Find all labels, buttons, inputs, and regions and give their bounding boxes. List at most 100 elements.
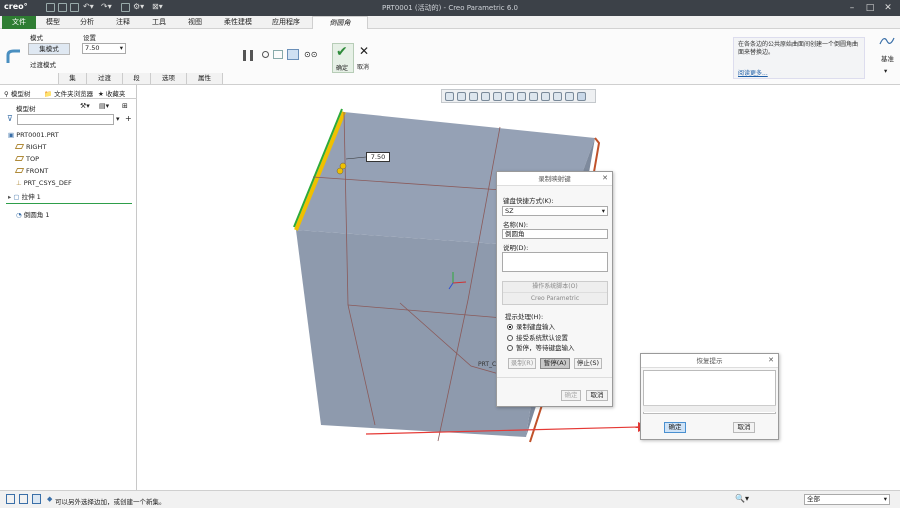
os-script-label: 操作系统脚本(O) xyxy=(503,282,607,293)
ribbon-tabs: 文件 模型 分析 注释 工具 视图 柔性建模 应用程序 倒圆角 xyxy=(0,16,900,29)
spin-center-icon[interactable] xyxy=(577,92,586,101)
tab-applications[interactable]: 应用程序 xyxy=(266,16,306,29)
resume-ok-button[interactable]: 确定 xyxy=(664,422,686,433)
status-bar: ◆ 可以另外选择边加，或创建一个新集。 🔍▾ 全部 ▾ xyxy=(0,490,900,508)
tab-model[interactable]: 模型 xyxy=(38,16,68,29)
minimize-icon[interactable]: – xyxy=(846,2,858,14)
message-icon: ◆ xyxy=(47,495,53,503)
tab-model-tree-label: 模型树 xyxy=(10,90,31,98)
tab-model-tree[interactable]: ⚲ 模型树 xyxy=(4,88,30,98)
navigator-icon[interactable] xyxy=(6,494,15,504)
subtab-sets[interactable]: 集 xyxy=(58,73,87,84)
radio-record-keyboard[interactable]: 录制键盘输入 xyxy=(507,321,555,331)
title-bar: creo° ↶▾ ↷▾ ⚙▾ ⊠▾ PRT0001 (活动的) - Creo P… xyxy=(0,0,900,16)
os-script-tab[interactable]: 操作系统脚本(O) Creo Parametric xyxy=(502,281,608,305)
zoom-in-icon[interactable] xyxy=(457,92,466,101)
tab-analysis[interactable]: 分析 xyxy=(72,16,102,29)
maximize-icon[interactable]: □ xyxy=(864,2,876,14)
transition-mode-button[interactable]: 过渡模式 xyxy=(30,59,56,69)
dialog-title: 恢复提示 xyxy=(641,354,778,368)
dimension-value[interactable]: 7.50 xyxy=(366,152,390,162)
insert-indicator xyxy=(6,203,132,204)
name-input[interactable]: 倒圆角 xyxy=(502,229,608,239)
tree-item-part[interactable]: ▣ PRT0001.PRT xyxy=(8,131,59,139)
subtab-options[interactable]: 选项 xyxy=(151,73,187,84)
fullscreen-icon[interactable] xyxy=(32,494,41,504)
radio-accept-defaults[interactable]: 接受系统默认设置 xyxy=(507,332,568,342)
resume-cancel-button[interactable]: 取消 xyxy=(733,422,755,433)
close-icon[interactable]: ✕ xyxy=(768,356,774,364)
pause-button[interactable]: 暂停(A) xyxy=(540,358,570,369)
preview-icon[interactable] xyxy=(262,51,269,58)
tree-search-input[interactable] xyxy=(17,114,114,125)
description-input[interactable] xyxy=(502,252,608,272)
subtab-transitions[interactable]: 过渡 xyxy=(87,73,123,84)
tree-item-front[interactable]: FRONT xyxy=(14,167,48,175)
tree-columns-icon[interactable]: ▤▾ xyxy=(99,102,109,110)
geometry-preview-icon[interactable] xyxy=(273,50,283,59)
tab-tools[interactable]: 工具 xyxy=(144,16,174,29)
tree-item-label: PRT_CSYS_DEF xyxy=(23,179,72,187)
filter-select[interactable]: 全部 ▾ xyxy=(804,494,890,505)
saved-views-icon[interactable] xyxy=(505,92,514,101)
selection-filter-icon[interactable]: 🔍▾ xyxy=(735,494,749,503)
subtab-properties[interactable]: 属性 xyxy=(187,73,223,84)
window-title: PRT0001 (活动的) - Creo Parametric 6.0 xyxy=(381,4,519,12)
datum-plane-icon xyxy=(14,168,25,173)
tab-file[interactable]: 文件 xyxy=(2,16,36,29)
chevron-down-icon[interactable]: ▾ xyxy=(884,67,887,75)
annotation-display-icon[interactable] xyxy=(565,92,574,101)
tree-item-label: PRT0001.PRT xyxy=(16,131,59,139)
tab-folder-browser[interactable]: 📁 文件夹浏览器 xyxy=(44,88,93,98)
description-label: 说明(D): xyxy=(503,244,529,252)
tab-flexible-modeling[interactable]: 柔性建模 xyxy=(218,16,258,29)
divider xyxy=(0,98,137,99)
shortcut-select[interactable]: SZ ▾ xyxy=(502,206,608,216)
close-icon[interactable]: ✕ xyxy=(882,2,894,14)
tree-item-right[interactable]: RIGHT xyxy=(14,143,46,151)
record-button[interactable]: 录制(R) xyxy=(508,358,536,369)
close-icon[interactable]: ✕ xyxy=(602,174,608,182)
set-mode-button[interactable]: 集模式 xyxy=(28,43,70,55)
dialog-ok-button[interactable]: 确定 xyxy=(561,390,581,401)
repaint-icon[interactable] xyxy=(481,92,490,101)
refit-icon[interactable] xyxy=(445,92,454,101)
display-style-icon[interactable] xyxy=(517,92,526,101)
stop-button[interactable]: 停止(S) xyxy=(574,358,602,369)
subtab-pieces[interactable]: 段 xyxy=(123,73,151,84)
tab-favorites-label: 收藏夹 xyxy=(105,90,126,98)
verify-icon[interactable]: ⊙⊙ xyxy=(304,50,317,59)
tab-favorites[interactable]: ★ 收藏夹 xyxy=(98,88,125,98)
pause-icon[interactable] xyxy=(243,50,253,61)
tree-item-extrude[interactable]: ▸ ▢ 拉伸 1 xyxy=(8,191,41,201)
drag-handle[interactable] xyxy=(339,162,347,170)
filter-icon[interactable]: ⊽ xyxy=(7,114,13,123)
datum-curve-icon[interactable] xyxy=(879,35,895,47)
tree-item-round[interactable]: ◔ 倒圆角 1 xyxy=(16,209,49,219)
datum-display-icon[interactable] xyxy=(553,92,562,101)
perspective-icon[interactable] xyxy=(541,92,550,101)
radio-label: 接受系统默认设置 xyxy=(516,334,568,342)
tree-item-top[interactable]: TOP xyxy=(14,155,39,163)
section-icon[interactable] xyxy=(529,92,538,101)
tab-view[interactable]: 视图 xyxy=(180,16,210,29)
add-icon[interactable]: + xyxy=(125,114,132,123)
attached-preview-icon[interactable] xyxy=(287,49,299,60)
radio-pause[interactable]: 暂停，等待键盘输入 xyxy=(507,342,575,352)
browser-icon[interactable] xyxy=(19,494,28,504)
horizontal-scrollbar[interactable] xyxy=(643,405,776,412)
tree-filter-icon[interactable]: ⊞ xyxy=(122,102,128,110)
ok-button[interactable]: ✔ 确定 xyxy=(332,43,354,73)
radius-input[interactable]: 7.50 ▾ xyxy=(82,43,126,54)
tab-round[interactable]: 倒圆角 xyxy=(312,16,368,29)
dialog-cancel-button[interactable]: 取消 xyxy=(586,390,608,401)
divider xyxy=(497,377,612,378)
learn-more-link[interactable]: 阅读更多... xyxy=(738,68,768,77)
zoom-out-icon[interactable] xyxy=(469,92,478,101)
tree-settings-icon[interactable]: ⚒▾ xyxy=(80,102,90,110)
chevron-down-icon[interactable]: ▾ xyxy=(116,115,120,123)
view-manager-icon[interactable] xyxy=(493,92,502,101)
tree-item-csys[interactable]: ⊥ PRT_CSYS_DEF xyxy=(16,179,72,187)
tab-annotate[interactable]: 注释 xyxy=(108,16,138,29)
cancel-button[interactable]: ✕ 取消 xyxy=(355,43,375,73)
